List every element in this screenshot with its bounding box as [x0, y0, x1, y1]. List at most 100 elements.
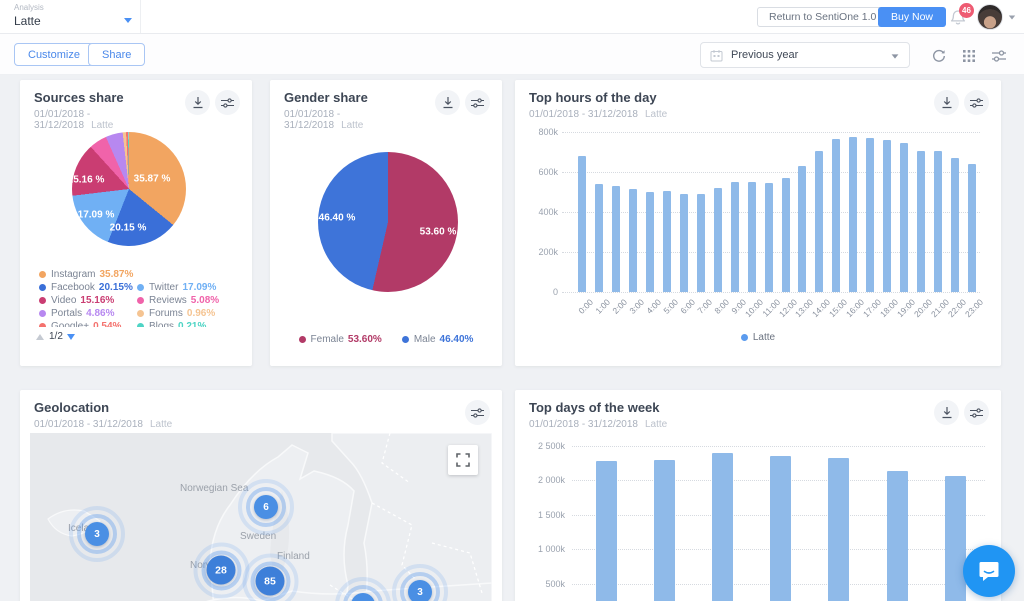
- marker-count: 28: [207, 556, 236, 585]
- legend-item[interactable]: Forums0.96%: [137, 308, 215, 319]
- legend-page-up-icon[interactable]: [36, 334, 44, 340]
- download-button[interactable]: [435, 90, 460, 115]
- bar[interactable]: [883, 140, 891, 292]
- share-button[interactable]: Share: [88, 43, 145, 66]
- customize-button[interactable]: Customize: [14, 43, 94, 66]
- settings-sliders-icon[interactable]: [991, 48, 1007, 64]
- legend-item[interactable]: Female53.60%: [299, 334, 382, 345]
- y-axis-tick: 0: [515, 287, 558, 297]
- legend-dot: [137, 284, 144, 291]
- legend-value: 4.86%: [86, 308, 114, 319]
- chart-legend: Latte: [515, 332, 1001, 343]
- legend-item[interactable]: Male46.40%: [402, 334, 474, 345]
- legend-item[interactable]: Facebook20.15%: [39, 282, 123, 293]
- download-button[interactable]: [185, 90, 210, 115]
- bar[interactable]: [866, 138, 874, 292]
- map-cluster-marker[interactable]: 3: [408, 580, 432, 601]
- map-cluster-marker[interactable]: 28: [207, 556, 236, 585]
- bar[interactable]: [887, 471, 908, 601]
- legend-dot: [39, 284, 46, 291]
- bar[interactable]: [697, 194, 705, 292]
- legend-item[interactable]: Reviews5.08%: [137, 295, 219, 306]
- bar[interactable]: [934, 151, 942, 292]
- card-header: Gender share 01/01/2018 - 31/12/2018Latt…: [284, 90, 422, 131]
- bar[interactable]: [714, 188, 722, 292]
- widget-settings-button[interactable]: [465, 400, 490, 425]
- map-cluster-marker[interactable]: 85: [256, 567, 285, 596]
- legend-item[interactable]: Google+ 0.54%: [39, 321, 123, 327]
- x-axis-label: 22:00: [946, 297, 968, 319]
- legend-value: 0.54%: [93, 321, 121, 327]
- legend-item[interactable]: Instagram35.87%: [39, 269, 123, 280]
- bar[interactable]: [596, 461, 617, 601]
- bar[interactable]: [917, 151, 925, 292]
- bar[interactable]: [578, 156, 586, 292]
- bar[interactable]: [968, 164, 976, 292]
- bar[interactable]: [900, 143, 908, 292]
- legend-dot: [299, 336, 306, 343]
- gridline: [572, 446, 985, 447]
- y-axis-tick: 600k: [515, 167, 558, 177]
- buy-now-button[interactable]: Buy Now: [878, 7, 946, 27]
- bar[interactable]: [828, 458, 849, 601]
- notification-count-badge: 46: [959, 3, 974, 18]
- bar[interactable]: [748, 182, 756, 292]
- user-menu-chevron-icon[interactable]: [1009, 16, 1015, 20]
- widget-settings-button[interactable]: [465, 90, 490, 115]
- bar[interactable]: [798, 166, 806, 292]
- y-axis-tick: 2 000k: [515, 475, 565, 485]
- bar[interactable]: [832, 139, 840, 292]
- bar[interactable]: [680, 194, 688, 292]
- bar[interactable]: [770, 456, 791, 601]
- bar[interactable]: [815, 151, 823, 292]
- period-selector[interactable]: Previous year: [700, 42, 910, 68]
- return-to-sentione-button[interactable]: Return to SentiOne 1.0: [757, 7, 888, 27]
- bar[interactable]: [612, 186, 620, 292]
- user-avatar[interactable]: [977, 4, 1003, 30]
- legend-item[interactable]: Blogs0.21%: [137, 321, 206, 327]
- legend-page-down-icon[interactable]: [67, 334, 75, 340]
- bar[interactable]: [782, 178, 790, 292]
- legend-item[interactable]: Twitter17.09%: [137, 282, 216, 293]
- y-axis-tick: 500k: [515, 579, 565, 589]
- analysis-tag: Latte: [341, 120, 363, 131]
- bar[interactable]: [646, 192, 654, 292]
- x-axis-label: 20:00: [912, 297, 934, 319]
- geolocation-card: Geolocation 01/01/2018 - 31/12/2018Latte…: [20, 390, 502, 601]
- widget-settings-button[interactable]: [215, 90, 240, 115]
- x-axis-label: 4:00: [644, 297, 663, 316]
- legend-dot: [402, 336, 409, 343]
- gridline: [562, 292, 980, 293]
- legend-item[interactable]: Video15.16%: [39, 295, 123, 306]
- map-fullscreen-button[interactable]: [448, 445, 478, 475]
- legend-dot: [741, 334, 748, 341]
- bar[interactable]: [595, 184, 603, 292]
- bar[interactable]: [765, 183, 773, 292]
- grid-view-icon[interactable]: [961, 48, 977, 64]
- map-cluster-marker[interactable]: [351, 593, 375, 601]
- card-subtitle: 01/01/2018 - 31/12/2018Latte: [34, 419, 422, 430]
- bar[interactable]: [629, 189, 637, 292]
- x-axis-label: 11:00: [760, 297, 782, 319]
- bar[interactable]: [663, 191, 671, 292]
- bar[interactable]: [951, 158, 959, 292]
- bar[interactable]: [654, 460, 675, 601]
- bar[interactable]: [945, 476, 966, 601]
- bar[interactable]: [849, 137, 857, 292]
- legend-label: Google+: [51, 321, 89, 327]
- bar[interactable]: [731, 182, 739, 292]
- chat-widget-button[interactable]: [963, 545, 1015, 597]
- y-axis-tick: 200k: [515, 247, 558, 257]
- gridline: [562, 132, 980, 133]
- legend-item[interactable]: Portals4.86%: [39, 308, 123, 319]
- geolocation-map[interactable]: Norwegian SeaIcelandSwedenNorwayFinland …: [30, 433, 492, 601]
- map-cluster-marker[interactable]: 6: [254, 495, 278, 519]
- refresh-icon[interactable]: [931, 48, 947, 64]
- marker-count: 3: [408, 580, 432, 601]
- chevron-down-icon[interactable]: [124, 18, 132, 23]
- analysis-tag: Latte: [150, 419, 172, 430]
- legend-value: 0.96%: [187, 308, 215, 319]
- bar[interactable]: [712, 453, 733, 601]
- analysis-select[interactable]: Analysis Latte: [14, 3, 126, 31]
- map-cluster-marker[interactable]: 3: [85, 522, 109, 546]
